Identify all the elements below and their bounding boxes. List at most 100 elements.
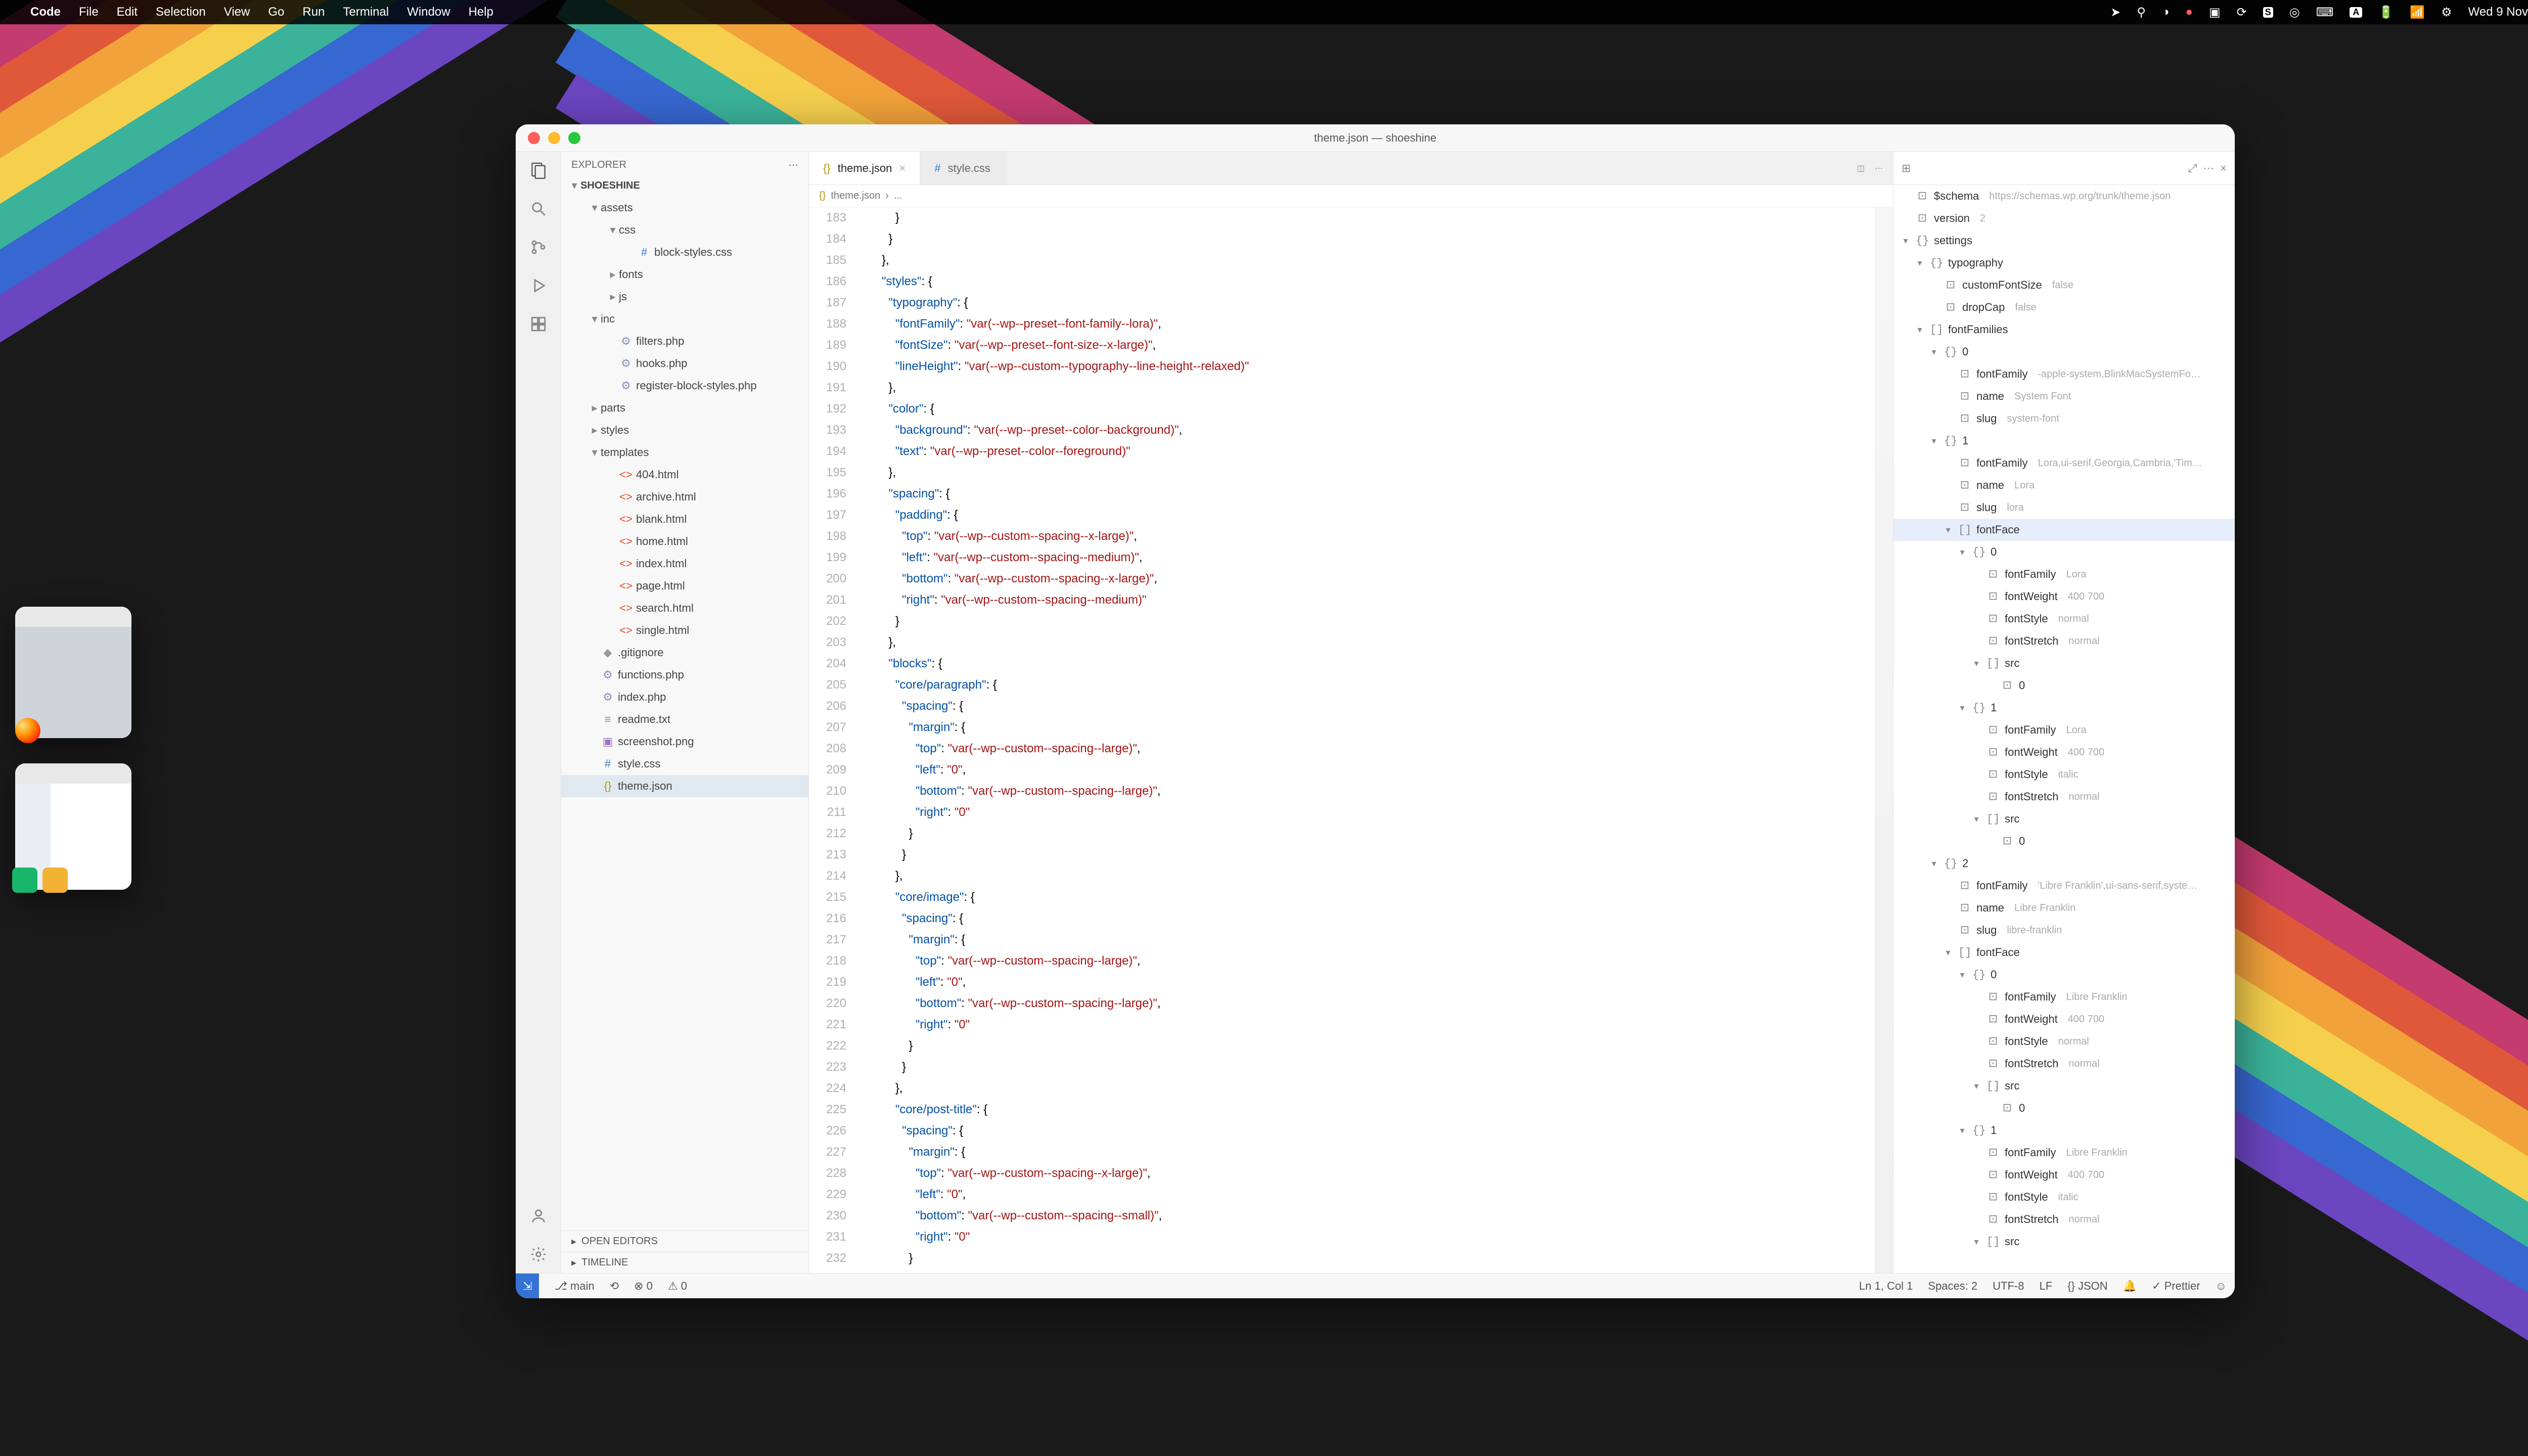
chevron-icon[interactable]: ▾: [1929, 858, 1939, 869]
outline-view-icon[interactable]: ⊞: [1902, 162, 1911, 175]
menubar-badge-s[interactable]: S: [2263, 7, 2273, 18]
folder-item[interactable]: ▾assets: [561, 197, 808, 219]
control-center-icon[interactable]: ⚙: [2441, 5, 2452, 20]
file-item[interactable]: <>404.html: [561, 464, 808, 486]
feedback-icon[interactable]: 🔔: [2123, 1280, 2137, 1293]
code-editor[interactable]: 1831841851861871881891901911921931941951…: [809, 207, 1893, 1273]
folder-item[interactable]: ▾inc: [561, 308, 808, 330]
outline-item[interactable]: ▾{}1: [1893, 1119, 2235, 1142]
outline-item[interactable]: ▾[]fontFace: [1893, 941, 2235, 964]
chevron-icon[interactable]: ▾: [589, 446, 601, 459]
menu-file[interactable]: File: [79, 5, 99, 19]
file-item[interactable]: ⚙register-block-styles.php: [561, 375, 808, 397]
folder-item[interactable]: ▾templates: [561, 441, 808, 464]
minimap[interactable]: [1875, 207, 1893, 1273]
chevron-icon[interactable]: ▾: [1957, 1125, 1967, 1136]
battery-icon[interactable]: 🔋: [2378, 5, 2394, 20]
file-item[interactable]: ▣screenshot.png: [561, 731, 808, 753]
chevron-icon[interactable]: ▾: [1915, 258, 1925, 268]
menu-selection[interactable]: Selection: [156, 5, 206, 19]
prettier-status[interactable]: ✓ Prettier: [2152, 1280, 2200, 1293]
sync-icon[interactable]: ⟳: [2237, 5, 2247, 20]
outline-item[interactable]: ⊡fontStylenormal: [1893, 1030, 2235, 1053]
outline-item[interactable]: ▾[]src: [1893, 652, 2235, 674]
account-activity-icon[interactable]: [528, 1205, 549, 1226]
outline-item[interactable]: ▾{}0: [1893, 341, 2235, 363]
chevron-icon[interactable]: ▸: [607, 290, 619, 303]
search-activity-icon[interactable]: [528, 198, 549, 219]
outline-item[interactable]: ⊡fontWeight400 700: [1893, 585, 2235, 608]
outline-item[interactable]: ⊡fontFamilyLora,ui-serif,Georgia,Cambria…: [1893, 452, 2235, 474]
file-item[interactable]: <>blank.html: [561, 508, 808, 530]
folder-item[interactable]: ▸fonts: [561, 263, 808, 286]
location-icon[interactable]: ➤: [2110, 5, 2120, 20]
outline-item[interactable]: ⊡version2: [1893, 207, 2235, 230]
chevron-icon[interactable]: ▾: [1971, 1237, 1981, 1247]
outline-item[interactable]: ⊡sluglibre-franklin: [1893, 919, 2235, 941]
outline-item[interactable]: ⊡nameSystem Font: [1893, 385, 2235, 407]
more-actions-icon[interactable]: ⋯: [1875, 163, 1883, 173]
file-item[interactable]: <>page.html: [561, 575, 808, 597]
input-source-icon[interactable]: A: [2350, 7, 2362, 18]
open-editors-section[interactable]: ▸OPEN EDITORS: [561, 1231, 808, 1252]
menu-terminal[interactable]: Terminal: [343, 5, 389, 19]
outline-item[interactable]: ⊡sluglora: [1893, 496, 2235, 519]
outline-item[interactable]: ⊡nameLibre Franklin: [1893, 897, 2235, 919]
file-item[interactable]: #style.css: [561, 753, 808, 775]
outline-item[interactable]: ⊡0: [1893, 830, 2235, 852]
folder-item[interactable]: ▸js: [561, 286, 808, 308]
window-titlebar[interactable]: theme.json — shoeshine: [516, 124, 2235, 152]
chevron-icon[interactable]: ▾: [1971, 658, 1981, 669]
menubar-app-icon[interactable]: ◑: [2162, 5, 2170, 19]
file-item[interactable]: #block-styles.css: [561, 241, 808, 263]
outline-item[interactable]: ⊡fontFamilyLora: [1893, 563, 2235, 585]
extensions-activity-icon[interactable]: [528, 313, 549, 335]
outline-item[interactable]: ⊡fontWeight400 700: [1893, 1008, 2235, 1030]
outline-more-icon[interactable]: ⋯: [2203, 162, 2214, 175]
code-content[interactable]: } } }, "styles": { "typography": { "font…: [856, 207, 1875, 1273]
outline-item[interactable]: ⊡nameLora: [1893, 474, 2235, 496]
file-item[interactable]: ≡readme.txt: [561, 708, 808, 731]
problems-warnings[interactable]: ⚠ 0: [668, 1280, 687, 1293]
outline-item[interactable]: ⊡0: [1893, 674, 2235, 697]
file-item[interactable]: ⚙filters.php: [561, 330, 808, 352]
outline-item[interactable]: ⊡fontStyleitalic: [1893, 763, 2235, 786]
outline-expand-icon[interactable]: ⤢: [2188, 162, 2197, 175]
file-item[interactable]: ⚙hooks.php: [561, 352, 808, 375]
problems-errors[interactable]: ⊗ 0: [634, 1280, 653, 1293]
firefox-icon[interactable]: [15, 718, 40, 743]
op-icon[interactable]: ◎: [2289, 5, 2300, 20]
chevron-icon[interactable]: ▾: [1957, 970, 1967, 980]
menu-view[interactable]: View: [224, 5, 250, 19]
chevron-icon[interactable]: ▾: [1971, 814, 1981, 825]
outline-item[interactable]: ⊡fontFamilyLibre Franklin: [1893, 1142, 2235, 1164]
outline-item[interactable]: ⊡fontFamilyLora: [1893, 719, 2235, 741]
wifi-icon[interactable]: 📶: [2410, 5, 2425, 20]
outline-item[interactable]: ▾{}0: [1893, 541, 2235, 563]
outline-item[interactable]: ⊡dropCapfalse: [1893, 296, 2235, 318]
language-mode[interactable]: {} JSON: [2067, 1280, 2107, 1293]
folder-item[interactable]: ▸parts: [561, 397, 808, 419]
breadcrumb[interactable]: {} theme.json › ...: [809, 185, 1893, 207]
chevron-icon[interactable]: ▾: [1957, 547, 1967, 558]
outline-item[interactable]: ▾{}settings: [1893, 230, 2235, 252]
chevron-icon[interactable]: ▾: [1915, 325, 1925, 335]
outline-item[interactable]: ⊡fontWeight400 700: [1893, 1164, 2235, 1186]
app-icon[interactable]: [42, 868, 68, 893]
outline-item[interactable]: ⊡fontStretchnormal: [1893, 786, 2235, 808]
breadcrumb-segment[interactable]: ...: [894, 190, 902, 202]
file-item[interactable]: ◆.gitignore: [561, 642, 808, 664]
outline-item[interactable]: ⊡fontStyleitalic: [1893, 1186, 2235, 1208]
outline-item[interactable]: ⊡0: [1893, 1097, 2235, 1119]
file-item[interactable]: <>index.html: [561, 553, 808, 575]
chevron-icon[interactable]: ▾: [1943, 525, 1953, 535]
outline-item[interactable]: ⊡fontFamilyLibre Franklin: [1893, 986, 2235, 1008]
display-icon[interactable]: ▣: [2209, 5, 2221, 20]
outline-item[interactable]: ⊡fontFamily'Libre Franklin',ui-sans-seri…: [1893, 875, 2235, 897]
chevron-icon[interactable]: ▸: [589, 424, 601, 437]
file-item[interactable]: {}theme.json: [561, 775, 808, 797]
outline-item[interactable]: ▾{}1: [1893, 430, 2235, 452]
chevron-icon[interactable]: ▾: [1971, 1081, 1981, 1091]
close-window-button[interactable]: [528, 132, 540, 144]
sync-button[interactable]: ⟲: [610, 1280, 619, 1293]
